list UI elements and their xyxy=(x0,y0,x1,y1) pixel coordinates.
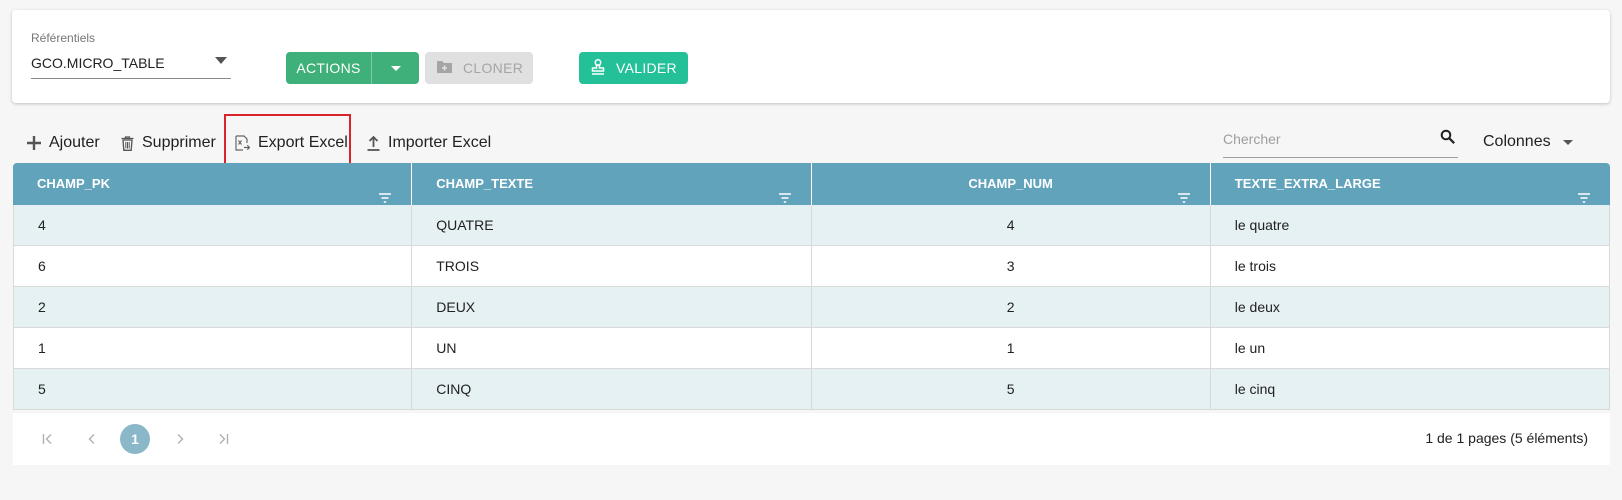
importer-excel-button[interactable]: Importer Excel xyxy=(367,130,491,156)
grid-header: CHAMP_PK CHAMP_TEXTE CHAMP_NUM TEXTE_EXT… xyxy=(13,163,1610,205)
filter-icon[interactable] xyxy=(1177,178,1190,220)
actions-split-button: ACTIONS xyxy=(286,52,419,84)
table-cell[interactable]: 2 xyxy=(812,287,1211,327)
table-cell[interactable]: le un xyxy=(1211,328,1610,368)
folder-plus-icon xyxy=(436,60,453,77)
table-cell[interactable]: le trois xyxy=(1211,246,1610,286)
table-cell[interactable]: 4 xyxy=(13,205,413,245)
column-title: CHAMP_TEXTE xyxy=(436,176,534,191)
table-row[interactable]: 6 TROIS 3 le trois xyxy=(13,246,1610,287)
colonnes-dropdown[interactable]: Colonnes xyxy=(1483,133,1573,151)
referentiels-value: GCO.MICRO_TABLE xyxy=(31,55,165,71)
table-cell[interactable]: 6 xyxy=(13,246,413,286)
valider-label: VALIDER xyxy=(616,60,677,76)
caret-down-icon xyxy=(390,65,401,71)
cloner-label: CLONER xyxy=(463,60,524,76)
table-cell[interactable]: le deux xyxy=(1211,287,1610,327)
caret-down-icon xyxy=(1562,139,1573,145)
supprimer-label: Supprimer xyxy=(142,134,216,151)
prev-page-icon[interactable] xyxy=(82,429,102,449)
filter-icon[interactable] xyxy=(379,178,392,220)
column-header-champ-texte[interactable]: CHAMP_TEXTE xyxy=(412,163,812,205)
plus-icon xyxy=(27,136,41,150)
filter-icon[interactable] xyxy=(778,178,791,220)
table-cell[interactable]: TROIS xyxy=(412,246,812,286)
table-cell[interactable]: 5 xyxy=(13,369,413,409)
stamp-icon xyxy=(591,58,605,78)
column-title: TEXTE_EXTRA_LARGE xyxy=(1234,176,1381,191)
column-title: CHAMP_NUM xyxy=(968,176,1053,191)
table-cell[interactable]: 3 xyxy=(812,246,1211,286)
actions-dropdown-button[interactable] xyxy=(372,52,419,84)
upload-icon xyxy=(367,135,380,151)
table-cell[interactable]: 4 xyxy=(812,205,1211,245)
search-input[interactable]: Chercher xyxy=(1223,131,1281,147)
cloner-button[interactable]: CLONER xyxy=(425,52,533,84)
first-page-icon[interactable] xyxy=(38,429,58,449)
table-cell[interactable]: 2 xyxy=(13,287,413,327)
colonnes-label: Colonnes xyxy=(1483,133,1551,150)
pagination-info: 1 de 1 pages (5 éléments) xyxy=(1425,430,1588,446)
pagination: 1 1 de 1 pages (5 éléments) xyxy=(13,413,1610,465)
valider-button[interactable]: VALIDER xyxy=(579,52,688,84)
column-header-champ-num[interactable]: CHAMP_NUM xyxy=(812,163,1211,205)
referentiels-select[interactable]: GCO.MICRO_TABLE xyxy=(31,50,231,79)
last-page-icon[interactable] xyxy=(213,429,233,449)
table-cell[interactable]: 5 xyxy=(812,369,1211,409)
supprimer-button[interactable]: Supprimer xyxy=(121,130,216,156)
filter-icon[interactable] xyxy=(1578,178,1590,220)
caret-down-icon xyxy=(215,57,227,64)
table-row[interactable]: 1 UN 1 le un xyxy=(13,328,1610,369)
search-icon[interactable] xyxy=(1440,129,1456,150)
table-cell[interactable]: UN xyxy=(412,328,812,368)
table-cell[interactable]: DEUX xyxy=(412,287,812,327)
referentiels-label: Référentiels xyxy=(31,31,96,45)
table-cell[interactable]: QUATRE xyxy=(412,205,812,245)
column-header-champ-pk[interactable]: CHAMP_PK xyxy=(13,163,413,205)
trash-icon xyxy=(121,135,134,151)
table-cell[interactable]: CINQ xyxy=(412,369,812,409)
ajouter-label: Ajouter xyxy=(49,134,100,151)
data-grid: CHAMP_PK CHAMP_TEXTE CHAMP_NUM TEXTE_EXT… xyxy=(13,163,1610,410)
table-row[interactable]: 5 CINQ 5 le cinq xyxy=(13,369,1610,410)
table-cell[interactable]: 1 xyxy=(13,328,413,368)
column-header-texte-extra-large[interactable]: TEXTE_EXTRA_LARGE xyxy=(1211,163,1610,205)
table-row[interactable]: 2 DEUX 2 le deux xyxy=(13,287,1610,328)
table-row[interactable]: 4 QUATRE 4 le quatre xyxy=(13,205,1610,246)
table-cell[interactable]: le cinq xyxy=(1211,369,1610,409)
next-page-icon[interactable] xyxy=(170,429,190,449)
importer-excel-label: Importer Excel xyxy=(388,134,492,151)
actions-button[interactable]: ACTIONS xyxy=(286,52,372,84)
table-cell[interactable]: le quatre xyxy=(1211,205,1610,245)
header-card: Référentiels GCO.MICRO_TABLE ACTIONS CLO… xyxy=(12,10,1610,103)
table-cell[interactable]: 1 xyxy=(812,328,1211,368)
search-field[interactable]: Chercher xyxy=(1223,128,1458,158)
export-highlight-frame xyxy=(224,114,351,166)
column-title: CHAMP_PK xyxy=(37,176,110,191)
ajouter-button[interactable]: Ajouter xyxy=(27,130,100,156)
current-page-button[interactable]: 1 xyxy=(120,424,150,454)
